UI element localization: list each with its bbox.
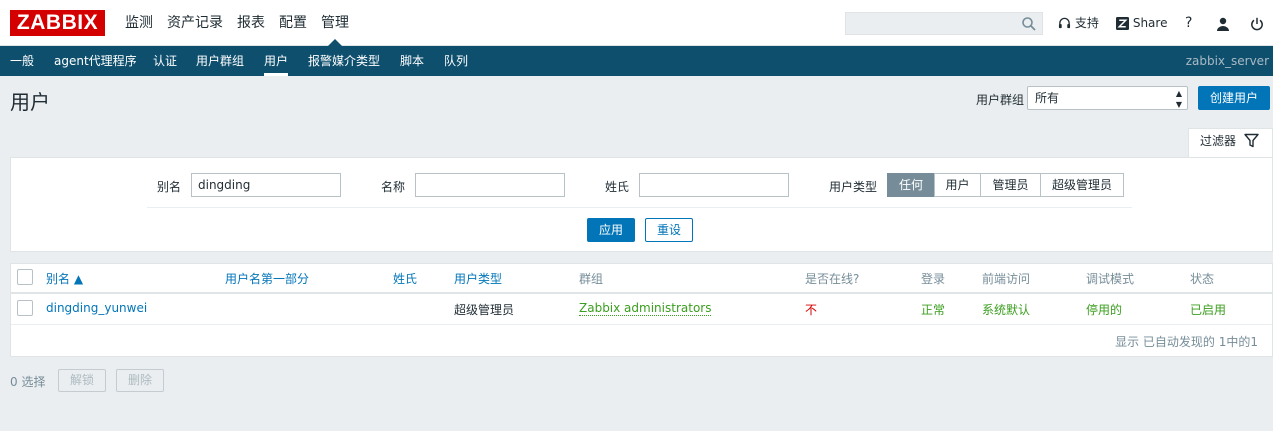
sign-out-button[interactable] <box>1250 0 1264 46</box>
row-divider <box>11 324 1272 325</box>
sub-menu: 一般 agent代理程序 认证 用户群组 用户 报警媒介类型 脚本 队列 zab… <box>0 46 1273 76</box>
submenu-general[interactable]: 一般 <box>10 46 34 76</box>
row-status[interactable]: 已启用 <box>1190 301 1226 318</box>
support-link[interactable]: 支持 <box>1058 0 1099 46</box>
user-type-label: 用户类型 <box>829 180 878 194</box>
menu-configuration[interactable]: 配置 <box>272 0 314 46</box>
col-surname[interactable]: 姓氏 <box>393 270 417 287</box>
submenu-proxies[interactable]: agent代理程序 <box>54 46 137 76</box>
submenu-user-groups[interactable]: 用户群组 <box>196 46 244 76</box>
search-input[interactable] <box>845 12 1043 35</box>
row-group-link[interactable]: Zabbix administrators <box>579 301 712 316</box>
headset-icon <box>1058 17 1071 29</box>
menu-administration[interactable]: 管理 <box>314 0 356 46</box>
row-alias-link[interactable]: dingding_yunwei <box>46 301 147 315</box>
header-divider <box>11 292 1272 294</box>
col-groups: 群组 <box>579 272 604 286</box>
help-button[interactable]: ? <box>1185 0 1192 46</box>
top-bar: ZABBIX 监测 资产记录 报表 配置 管理 支持 Share ? <box>0 0 1273 46</box>
share-link[interactable]: Share <box>1116 0 1167 46</box>
filter-divider <box>147 207 1132 208</box>
submenu-scripts[interactable]: 脚本 <box>400 46 424 76</box>
delete-button[interactable]: 删除 <box>116 369 164 392</box>
filter-icon <box>1244 133 1259 148</box>
surname-field[interactable] <box>639 173 789 197</box>
name-field[interactable] <box>415 173 565 197</box>
share-label: Share <box>1132 16 1168 30</box>
server-name: zabbix_server <box>1185 54 1269 68</box>
select-arrows-icon: ▲ ▼ <box>1175 89 1182 109</box>
user-group-select[interactable]: 所有 ▲ ▼ <box>1027 86 1188 110</box>
row-online: 不 <box>805 303 818 317</box>
user-type-super-admin[interactable]: 超级管理员 <box>1040 173 1124 197</box>
submenu-authentication[interactable]: 认证 <box>153 46 177 76</box>
menu-monitoring[interactable]: 监测 <box>118 0 160 46</box>
share-z-icon <box>1116 17 1129 30</box>
user-type-user[interactable]: 用户 <box>934 173 981 197</box>
submenu-users[interactable]: 用户 <box>264 46 289 76</box>
table-footer: 显示 已自动发现的 1中的1 <box>1115 335 1258 349</box>
row-debug: 停用的 <box>1086 303 1123 317</box>
alias-field[interactable]: dingding <box>191 173 341 197</box>
page-title: 用户 <box>10 90 50 114</box>
main-menu: 监测 资产记录 报表 配置 管理 <box>118 0 356 46</box>
unblock-button[interactable]: 解锁 <box>58 369 106 392</box>
col-name[interactable]: 用户名第一部分 <box>225 270 309 287</box>
col-debug: 调试模式 <box>1086 272 1135 286</box>
zabbix-logo[interactable]: ZABBIX <box>10 10 105 36</box>
col-status: 状态 <box>1190 272 1215 286</box>
filter-tab-label: 过滤器 <box>1200 134 1237 148</box>
reset-button[interactable]: 重设 <box>645 218 693 242</box>
select-all-checkbox[interactable] <box>17 269 33 285</box>
menu-inventory[interactable]: 资产记录 <box>160 0 230 46</box>
user-group-value: 所有 <box>1035 91 1060 105</box>
power-icon <box>1251 17 1263 30</box>
support-label: 支持 <box>1074 16 1099 30</box>
user-profile-button[interactable] <box>1216 0 1230 46</box>
user-group-label: 用户群组 <box>976 93 1025 107</box>
row-user-type: 超级管理员 <box>454 303 515 317</box>
row-login: 正常 <box>921 303 946 317</box>
surname-label: 姓氏 <box>605 180 630 194</box>
submenu-queue[interactable]: 队列 <box>444 46 468 76</box>
name-label: 名称 <box>381 180 406 194</box>
col-login: 登录 <box>921 272 946 286</box>
user-icon <box>1217 17 1229 31</box>
apply-button[interactable]: 应用 <box>587 218 635 242</box>
row-frontend: 系统默认 <box>982 303 1031 317</box>
user-type-any[interactable]: 任何 <box>887 173 935 197</box>
search-icon[interactable] <box>1021 16 1037 32</box>
col-alias[interactable]: 别名 ▲ <box>46 270 83 287</box>
col-frontend: 前端访问 <box>982 272 1031 286</box>
selected-count: 0 选择 <box>10 375 46 389</box>
filter-tab[interactable]: 过滤器 <box>1188 128 1273 158</box>
menu-reports[interactable]: 报表 <box>230 0 272 46</box>
alias-label: 别名 <box>157 180 182 194</box>
col-online: 是否在线? <box>805 272 860 286</box>
create-user-button[interactable]: 创建用户 <box>1198 86 1270 110</box>
row-checkbox[interactable] <box>17 300 33 316</box>
submenu-media-types[interactable]: 报警媒介类型 <box>308 46 380 76</box>
filter-panel <box>10 157 1273 252</box>
col-user-type[interactable]: 用户类型 <box>454 270 502 287</box>
user-type-admin[interactable]: 管理员 <box>980 173 1041 197</box>
